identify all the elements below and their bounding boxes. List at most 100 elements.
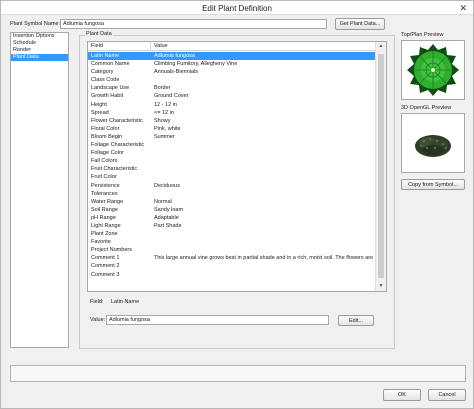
row-field: Comment 3 xyxy=(91,271,120,278)
table-row[interactable]: Tolerances xyxy=(88,190,376,198)
table-row[interactable]: Class Code xyxy=(88,76,376,84)
table-row[interactable]: Plant Zone xyxy=(88,230,376,238)
row-value: Sandy loam xyxy=(154,206,184,213)
edit-plant-definition-dialog: Edit Plant Definition ✕ Plant Symbol Nam… xyxy=(0,0,474,409)
table-row[interactable]: Common Name Climbing Fumitory, Allegheny … xyxy=(88,60,376,68)
plant-data-table: Field Value Latin Name Adlumia fungosa Com… xyxy=(87,41,387,292)
table-row[interactable]: Light Range Part Shade xyxy=(88,222,376,230)
table-vertical-scrollbar[interactable]: ▲ ▼ xyxy=(375,42,386,291)
opengl-preview-label: 3D OpenGL Preview xyxy=(401,105,452,111)
table-row[interactable]: Fall Colors xyxy=(88,157,376,165)
row-value: Adlumia fungosa xyxy=(154,53,195,59)
row-value: Adaptable xyxy=(154,214,179,221)
row-value: 12 - 12 in xyxy=(154,101,177,108)
row-field: Class Code xyxy=(91,77,120,84)
row-field: Height xyxy=(91,101,107,108)
nav-item-plant-data[interactable]: Plant Data xyxy=(11,54,68,61)
plant-data-group-title: Plant Data xyxy=(85,31,113,37)
scroll-up-arrow-icon[interactable]: ▲ xyxy=(376,42,386,51)
row-field: Landscape Use xyxy=(91,85,130,92)
dialog-title: Edit Plant Definition xyxy=(202,4,272,13)
row-value: Deciduous xyxy=(154,182,180,189)
title-bar: Edit Plant Definition ✕ xyxy=(1,1,473,15)
table-row[interactable]: Fruit Color xyxy=(88,173,376,181)
plant-symbol-name-input[interactable]: Adlumia fungosa xyxy=(60,19,327,29)
row-value: Climbing Fumitory, Allegheny Vine xyxy=(154,61,238,68)
table-row[interactable]: Bloom Begin Summer xyxy=(88,133,376,141)
table-row[interactable]: Persistence Deciduous xyxy=(88,182,376,190)
edit-value-button[interactable]: Edit... xyxy=(338,315,374,326)
row-value: Showy xyxy=(154,117,171,124)
field-name-value: Latin Name xyxy=(111,299,140,305)
nav-item-render[interactable]: Render xyxy=(11,47,68,54)
table-row[interactable]: Comment 1 This large annual vine grows be… xyxy=(88,254,386,262)
row-field: Project Numbers xyxy=(91,247,132,254)
scroll-thumb[interactable] xyxy=(378,54,384,278)
top-plan-preview-label: Top/Plan Preview xyxy=(401,32,444,38)
table-row[interactable]: Foliage Color xyxy=(88,149,376,157)
table-row[interactable]: Comment 2 xyxy=(88,262,376,270)
table-row[interactable]: Height 12 - 12 in xyxy=(88,101,376,109)
table-row[interactable]: Soil Range Sandy loam xyxy=(88,206,376,214)
top-plan-preview xyxy=(401,40,465,100)
row-field: Soil Range xyxy=(91,206,118,213)
table-row[interactable]: Favorite xyxy=(88,238,376,246)
scroll-down-arrow-icon[interactable]: ▼ xyxy=(376,282,386,291)
value-label: Value: xyxy=(90,317,106,323)
row-value: Pink, white xyxy=(154,125,181,132)
options-list: Insertion Options Schedule Render Plant … xyxy=(10,32,69,348)
row-field: Foliage Characteristic xyxy=(91,142,145,149)
table-row[interactable]: Growth Habit Ground Cover xyxy=(88,92,376,100)
row-value: Ground Cover xyxy=(154,93,189,100)
table-row[interactable]: Project Numbers xyxy=(88,246,376,254)
table-row[interactable]: Spread <= 12 in xyxy=(88,109,376,117)
row-field: Flower Characteristic xyxy=(91,117,143,124)
row-value: <= 12 in xyxy=(154,109,174,116)
table-row[interactable]: Category Annuals-Biennials xyxy=(88,68,376,76)
row-field: Category xyxy=(91,69,114,76)
table-row[interactable]: Landscape Use Border xyxy=(88,84,376,92)
column-divider[interactable] xyxy=(150,42,151,51)
table-row[interactable]: Foliage Characteristic xyxy=(88,141,376,149)
nav-item-schedule[interactable]: Schedule xyxy=(11,40,68,47)
table-header: Field Value xyxy=(88,42,376,51)
get-plant-data-button[interactable]: Get Plant Data... xyxy=(335,18,385,30)
table-row[interactable]: Latin Name Adlumia fungosa xyxy=(88,52,376,61)
row-field: Latin Name xyxy=(91,53,120,59)
row-field: Light Range xyxy=(91,222,121,229)
plant-3d-view-image xyxy=(415,135,451,157)
table-row[interactable]: Fruit Characteristic xyxy=(88,165,376,173)
row-field: Spread xyxy=(91,109,109,116)
row-field: Water Range xyxy=(91,198,124,205)
column-header-field[interactable]: Field xyxy=(91,43,103,49)
table-row[interactable]: Comment 3 xyxy=(88,271,376,279)
nav-item-insertion-options[interactable]: Insertion Options xyxy=(11,33,68,40)
row-value: Normal xyxy=(154,198,172,205)
table-row[interactable]: Water Range Normal xyxy=(88,198,376,206)
row-value: Part Shade xyxy=(154,222,182,229)
row-field: Comment 1 xyxy=(91,255,120,262)
field-label: Field: xyxy=(90,299,104,305)
ok-button[interactable]: OK xyxy=(383,389,421,401)
row-value: Border xyxy=(154,85,171,92)
row-field: Floral Color xyxy=(91,125,120,132)
row-field: Favorite xyxy=(91,239,111,246)
row-field: Bloom Begin xyxy=(91,133,123,140)
row-field: Fruit Color xyxy=(91,174,117,181)
row-value: Annuals-Biennials xyxy=(154,69,199,76)
row-field: Comment 2 xyxy=(91,263,120,270)
copy-from-symbol-button[interactable]: Copy from Symbol... xyxy=(401,179,465,190)
table-row[interactable]: Flower Characteristic Showy xyxy=(88,117,376,125)
close-icon[interactable]: ✕ xyxy=(459,3,467,14)
row-field: Foliage Color xyxy=(91,150,124,157)
row-field: Common Name xyxy=(91,61,130,68)
table-rows: Latin Name Adlumia fungosa Common Name Clim… xyxy=(88,52,386,279)
row-field: Fall Colors xyxy=(91,158,118,165)
cancel-button[interactable]: Cancel xyxy=(428,389,466,401)
value-input[interactable]: Adlumia fungosa xyxy=(106,315,329,325)
row-field: Plant Zone xyxy=(91,231,118,238)
table-row[interactable]: pH Range Adaptable xyxy=(88,214,376,222)
row-value: This large annual vine grows best in par… xyxy=(154,255,387,262)
table-row[interactable]: Floral Color Pink, white xyxy=(88,125,376,133)
column-header-value[interactable]: Value xyxy=(154,43,168,49)
